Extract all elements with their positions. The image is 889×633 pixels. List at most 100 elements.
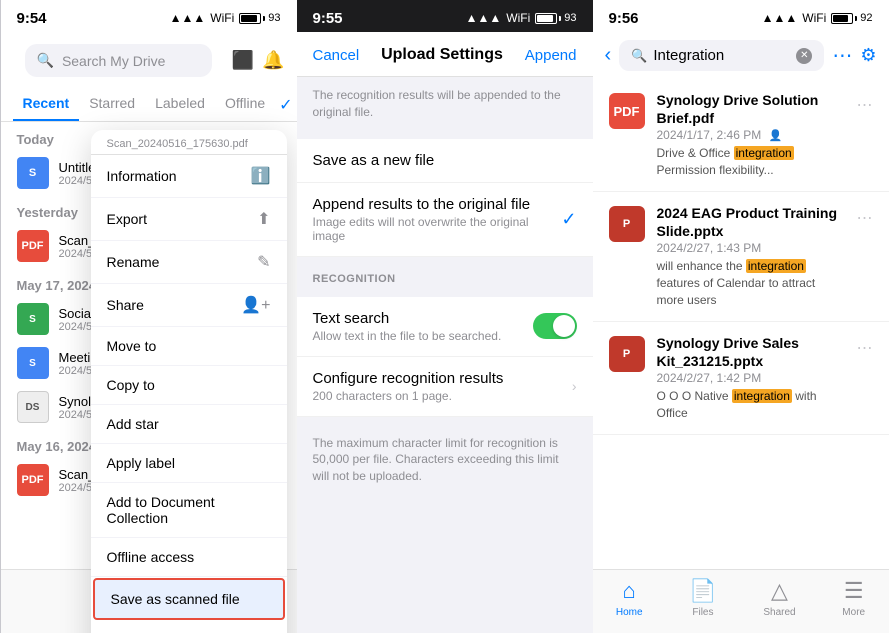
cancel-button[interactable]: Cancel xyxy=(313,47,360,64)
menu-share[interactable]: Share 👤+ xyxy=(91,284,287,327)
status-bar-3: 9:56 ▲▲▲ WiFi 92 xyxy=(593,0,889,32)
menu-label-export: Export xyxy=(107,211,147,227)
menu-information[interactable]: Information ℹ️ xyxy=(91,155,287,198)
result-date-3: 2024/2/27, 1:42 PM xyxy=(657,371,845,385)
nav-files-label-3: Files xyxy=(692,607,713,618)
status-icons-1: ▲▲▲ WiFi 93 xyxy=(170,11,281,25)
files-icon-3: 📄 xyxy=(689,578,716,604)
text-search-toggle[interactable] xyxy=(533,313,577,339)
file-icon-gdoc: S xyxy=(17,157,49,189)
nav-more-label-3: More xyxy=(842,607,865,618)
screen3-phone: 9:56 ▲▲▲ WiFi 92 ‹ 🔍 Integration ✕ xyxy=(593,0,889,633)
file-icon-pdf2: PDF xyxy=(17,464,49,496)
tab-offline[interactable]: Offline xyxy=(215,89,275,121)
context-menu: Scan_20240516_175630.pdf Information ℹ️ … xyxy=(91,130,287,633)
search-input-box[interactable]: 🔍 Integration ✕ xyxy=(619,40,824,71)
screen2-phone: 9:55 ▲▲▲ WiFi 93 Cancel Upload Settings … xyxy=(297,0,593,633)
nav-files-3[interactable]: 📄 Files xyxy=(689,578,716,621)
menu-print[interactable]: Print preview xyxy=(91,621,287,633)
menu-rename[interactable]: Rename ✎ xyxy=(91,241,287,284)
menu-moveto[interactable]: Move to xyxy=(91,327,287,366)
search-header-3: ‹ 🔍 Integration ✕ ⋯ ⚙ xyxy=(593,32,889,79)
menu-addstar[interactable]: Add star xyxy=(91,405,287,444)
append-label: Append results to the original file xyxy=(313,196,562,213)
time-2: 9:55 xyxy=(313,10,343,27)
append-row[interactable]: Append results to the original file Imag… xyxy=(297,183,593,257)
text-search-row[interactable]: Text search Allow text in the file to be… xyxy=(297,297,593,357)
menu-save-scanned[interactable]: Save as scanned file xyxy=(93,578,285,620)
highlight-word-2: integration xyxy=(746,259,806,273)
result-item-3[interactable]: P Synology Drive Sales Kit_231215.pptx 2… xyxy=(593,322,889,435)
highlight-word-1: integration xyxy=(734,146,794,160)
result-item-1[interactable]: PDF Synology Drive Solution Brief.pdf 20… xyxy=(593,79,889,192)
tab-labeled[interactable]: Labeled xyxy=(145,89,215,121)
text-search-sublabel: Allow text in the file to be searched. xyxy=(313,329,502,343)
append-sublabel: Image edits will not overwrite the origi… xyxy=(313,215,562,243)
battery-icon-2: 93 xyxy=(535,12,576,24)
screen1-phone: 9:54 ▲▲▲ WiFi 93 🔍 Search My Drive ⬛ xyxy=(1,0,297,633)
more-icon-1[interactable]: ⋯ xyxy=(857,95,873,115)
more-options-button[interactable]: ⋯ xyxy=(832,43,852,68)
menu-offline[interactable]: Offline access xyxy=(91,538,287,577)
configure-text: Configure recognition results 200 charac… xyxy=(313,370,504,403)
checkmark-filter[interactable]: ✓ xyxy=(275,89,296,121)
chevron-icon: › xyxy=(572,378,577,394)
checkmark-icon: ✓ xyxy=(561,209,576,230)
menu-label-rename: Rename xyxy=(107,254,160,270)
menu-add-collection[interactable]: Add to Document Collection xyxy=(91,483,287,538)
tabs-row: Recent Starred Labeled Offline ✓ xyxy=(1,89,297,122)
more-icon-3[interactable]: ⋯ xyxy=(857,338,873,358)
configure-label: Configure recognition results xyxy=(313,370,504,387)
append-row-text: Append results to the original file Imag… xyxy=(313,196,562,243)
nav-home-3[interactable]: ⌂ Home xyxy=(616,578,643,621)
modal-header: Cancel Upload Settings Append xyxy=(297,32,593,77)
wifi-icon-3: WiFi xyxy=(802,11,826,25)
tab-recent[interactable]: Recent xyxy=(13,89,80,121)
signal-icon-2: ▲▲▲ xyxy=(466,11,502,25)
wifi-icon: WiFi xyxy=(210,11,234,25)
notification-icon[interactable]: 🔔 xyxy=(262,50,284,71)
more-icon-nav-3: ☰ xyxy=(844,578,864,604)
nav-more-3[interactable]: ☰ More xyxy=(842,578,865,621)
menu-label-moveto: Move to xyxy=(107,338,157,354)
result-snippet-1: Drive & Office integration Permission fl… xyxy=(657,145,845,179)
search-bar-1[interactable]: 🔍 Search My Drive xyxy=(25,44,212,77)
home-icon-3: ⌂ xyxy=(623,578,636,604)
status-bar-1: 9:54 ▲▲▲ WiFi 93 xyxy=(1,0,297,32)
menu-copyto[interactable]: Copy to xyxy=(91,366,287,405)
result-date-2: 2024/2/27, 1:43 PM xyxy=(657,241,845,255)
clear-search-button[interactable]: ✕ xyxy=(796,48,812,64)
search-query: Integration xyxy=(653,47,724,64)
result-icon-ppt-2: P xyxy=(609,206,645,242)
nav-shared-label-3: Shared xyxy=(763,607,795,618)
save-as-new-label: Save as a new file xyxy=(313,152,435,169)
more-icon-2[interactable]: ⋯ xyxy=(857,208,873,228)
menu-label-share: Share xyxy=(107,297,144,313)
menu-label-collection: Add to Document Collection xyxy=(107,494,271,526)
save-as-new-row[interactable]: Save as a new file xyxy=(297,139,593,183)
signal-icon-3: ▲▲▲ xyxy=(762,11,798,25)
append-button[interactable]: Append xyxy=(525,47,577,64)
result-item-2[interactable]: P 2024 EAG Product Training Slide.pptx 2… xyxy=(593,192,889,322)
menu-export[interactable]: Export ⬆ xyxy=(91,198,287,241)
filter-icon[interactable]: ⚙ xyxy=(860,45,876,66)
scan-icon[interactable]: ⬛ xyxy=(232,50,254,71)
time-1: 9:54 xyxy=(17,10,47,27)
result-date-1: 2024/1/17, 2:46 PM 👤 xyxy=(657,128,845,142)
back-button[interactable]: ‹ xyxy=(605,44,612,67)
note-bottom: The maximum character limit for recognit… xyxy=(297,425,593,495)
menu-label-save-scanned: Save as scanned file xyxy=(111,591,240,607)
nav-shared-3[interactable]: △ Shared xyxy=(763,578,795,621)
people-icon-1: 👤 xyxy=(769,130,783,142)
export-icon: ⬆ xyxy=(257,209,270,229)
configure-row[interactable]: Configure recognition results 200 charac… xyxy=(297,357,593,417)
share-icon: 👤+ xyxy=(241,295,270,315)
menu-applylabel[interactable]: Apply label xyxy=(91,444,287,483)
text-search-label: Text search xyxy=(313,310,502,327)
save-options-section: Save as a new file Append results to the… xyxy=(297,139,593,257)
configure-sublabel: 200 characters on 1 page. xyxy=(313,389,504,403)
menu-label-applylabel: Apply label xyxy=(107,455,176,471)
text-search-text: Text search Allow text in the file to be… xyxy=(313,310,502,343)
file-icon-meeting: S xyxy=(17,347,49,379)
tab-starred[interactable]: Starred xyxy=(79,89,145,121)
